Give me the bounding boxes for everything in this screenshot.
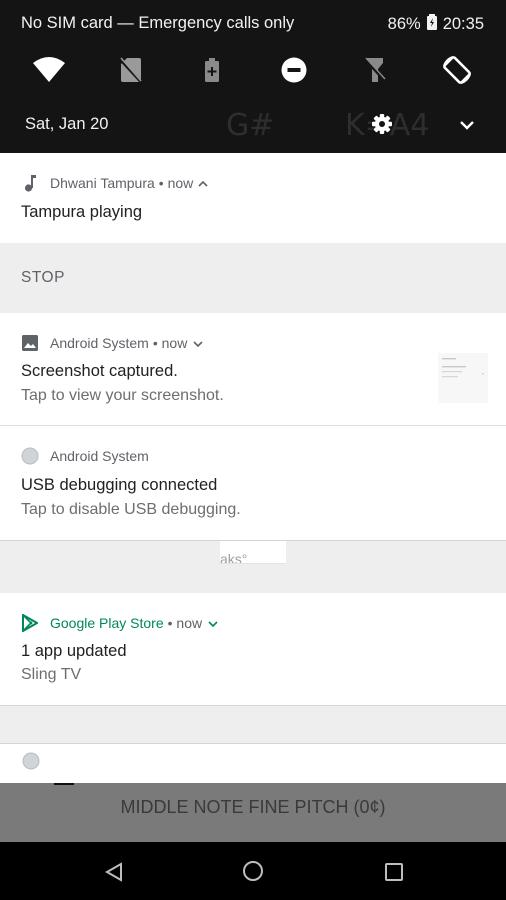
flashlight-off-icon [364, 57, 386, 83]
notification-play-store[interactable]: Google Play Store • now 1 app updated Sl… [0, 593, 506, 706]
auto-rotate-icon [443, 56, 471, 84]
status-right: 86% 20:35 [388, 14, 484, 35]
screenshot-thumbnail[interactable] [438, 353, 488, 403]
chevron-down-icon[interactable] [193, 335, 203, 351]
background-text-fragment: G# [226, 108, 275, 143]
quick-settings-panel: G# K=A4 No SIM card — Emergency calls on… [0, 0, 506, 153]
battery-saver-icon [205, 58, 219, 82]
recents-icon [385, 863, 403, 881]
notification-title: Screenshot captured. [21, 362, 178, 380]
gear-icon [372, 114, 392, 134]
app-name: Dhwani Tampura [50, 175, 155, 191]
mobile-data-tile[interactable] [113, 52, 149, 88]
app-name: Google Play Store [50, 615, 164, 631]
notification-tampura[interactable]: Dhwani Tampura • now Tampura playing [0, 153, 506, 243]
battery-icon [426, 14, 437, 35]
notification-time: • now [158, 175, 194, 191]
notification-text: Tap to disable USB debugging. [21, 501, 241, 518]
settings-button[interactable] [369, 111, 395, 137]
notification-text: Tap to view your screenshot. [21, 387, 224, 404]
app-name: Android System [50, 448, 149, 464]
background-app: MIDDLE NOTE FINE PITCH (0¢) [0, 783, 506, 842]
carrier-status: No SIM card — Emergency calls only [21, 14, 295, 32]
image-icon [20, 333, 40, 353]
notification-gap: aks° [0, 540, 506, 594]
notification-header: Android System [20, 446, 149, 466]
chevron-down-icon [460, 121, 474, 130]
notification-title: Tampura playing [21, 203, 143, 221]
notification-partial[interactable] [0, 743, 506, 784]
home-button[interactable] [241, 859, 265, 883]
do-not-disturb-icon [281, 57, 307, 83]
home-icon [243, 861, 263, 881]
auto-rotate-tile[interactable] [439, 52, 475, 88]
notification-title: 1 app updated [21, 642, 127, 660]
android-system-dot-icon [22, 752, 40, 775]
notification-gap [0, 706, 506, 743]
notification-text: Sling TV [21, 666, 82, 683]
notification-header: Dhwani Tampura • now [20, 173, 208, 193]
play-store-icon [20, 613, 40, 633]
partial-text-fragment: aks° [220, 541, 286, 564]
flashlight-tile[interactable] [357, 52, 393, 88]
battery-percent: 86% [387, 15, 421, 33]
wifi-icon [33, 57, 65, 82]
navigation-bar [0, 842, 506, 900]
back-button[interactable] [102, 860, 126, 884]
notification-usb-debugging[interactable]: Android System USB debugging connected T… [0, 426, 506, 540]
date-label: Sat, Jan 20 [25, 115, 109, 133]
notification-time: • now [167, 615, 203, 631]
battery-saver-tile[interactable] [194, 52, 230, 88]
background-app-mark [54, 783, 74, 785]
notification-time: • now [152, 335, 188, 351]
do-not-disturb-tile[interactable] [276, 52, 312, 88]
back-icon [104, 862, 122, 882]
notification-header: Google Play Store • now [20, 613, 218, 633]
notification-title: USB debugging connected [21, 476, 218, 494]
clock: 20:35 [442, 15, 484, 33]
notification-header: Android System • now [20, 333, 203, 353]
wifi-tile[interactable] [31, 52, 67, 88]
app-name: Android System [50, 335, 149, 351]
notification-screenshot[interactable]: Android System • now Screenshot captured… [0, 313, 506, 426]
background-app-label: MIDDLE NOTE FINE PITCH (0¢) [120, 797, 386, 817]
stop-button[interactable]: STOP [21, 269, 65, 287]
notification-actions: STOP [0, 243, 506, 313]
expand-button[interactable] [454, 112, 480, 138]
no-sim-icon [120, 57, 142, 83]
chevron-up-icon[interactable] [198, 175, 208, 191]
music-note-icon [20, 173, 40, 193]
android-system-dot-icon [20, 446, 40, 466]
chevron-down-icon[interactable] [208, 615, 218, 631]
recents-button[interactable] [382, 860, 406, 884]
